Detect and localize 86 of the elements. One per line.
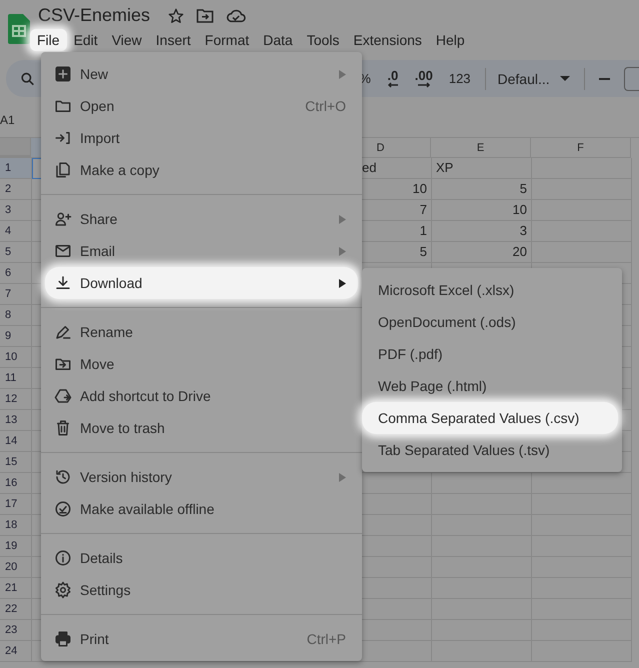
row-header[interactable]: 10 xyxy=(0,347,32,368)
menu-item[interactable]: Move to trash xyxy=(41,412,362,444)
row-header[interactable]: 24 xyxy=(0,641,32,662)
menu-bar-item[interactable]: Edit xyxy=(66,28,105,51)
download-icon xyxy=(54,274,72,292)
history-icon xyxy=(54,468,72,486)
folder-arrow-icon[interactable] xyxy=(196,8,214,24)
trash-icon xyxy=(54,419,72,437)
document-title[interactable]: CSV-Enemies xyxy=(38,5,150,26)
font-dropdown[interactable]: Defaul... xyxy=(492,70,578,86)
import-icon xyxy=(54,129,72,147)
table-cell: 10 xyxy=(432,200,532,221)
decrease-decimal-button[interactable]: .0 xyxy=(378,70,407,88)
caret-icon xyxy=(560,76,570,82)
menu-bar-item[interactable]: Extensions xyxy=(346,28,429,51)
settings-icon xyxy=(54,581,72,599)
row-header[interactable]: 8 xyxy=(0,305,32,326)
menu-bar-item[interactable]: Data xyxy=(256,28,300,51)
menu-item[interactable]: PDF (.pdf) xyxy=(362,338,622,370)
row-header[interactable]: 2 xyxy=(0,179,32,200)
table-cell: 20 xyxy=(432,242,532,263)
row-header[interactable]: 18 xyxy=(0,515,32,536)
info-icon xyxy=(54,549,72,567)
printer-icon xyxy=(54,630,72,648)
row-header[interactable]: 20 xyxy=(0,557,32,578)
sheets-logo[interactable] xyxy=(8,14,30,44)
row-header[interactable]: 9 xyxy=(0,326,32,347)
row-header[interactable]: 7 xyxy=(0,284,32,305)
menu-item[interactable]: Microsoft Excel (.xlsx) xyxy=(362,274,622,306)
menu-item[interactable]: Open Ctrl+O xyxy=(41,90,362,122)
search-icon[interactable] xyxy=(20,70,36,86)
menu-item[interactable]: Comma Separated Values (.csv) xyxy=(362,402,618,434)
row-header[interactable]: 12 xyxy=(0,389,32,410)
menu-item[interactable]: Print Ctrl+P xyxy=(41,623,362,655)
star-icon[interactable] xyxy=(168,8,184,24)
row-header[interactable]: 6 xyxy=(0,263,32,284)
row-header[interactable]: 4 xyxy=(0,221,32,242)
toolbar-button[interactable]: 123 xyxy=(440,71,479,86)
row-header[interactable]: 17 xyxy=(0,494,32,515)
row-header[interactable]: 13 xyxy=(0,410,32,431)
cloud-check-icon[interactable] xyxy=(226,8,246,24)
row-header[interactable]: 22 xyxy=(0,599,32,620)
menu-item[interactable]: Version history xyxy=(41,461,362,493)
mail-icon xyxy=(54,242,72,260)
pencil-icon xyxy=(54,323,72,341)
row-header[interactable]: 1 xyxy=(0,158,32,179)
menu-bar-item[interactable]: Help xyxy=(428,28,472,51)
menu-item[interactable]: Move xyxy=(41,348,362,380)
menu-item[interactable]: New xyxy=(41,58,362,90)
row-header[interactable]: 15 xyxy=(0,452,32,473)
menu-item[interactable]: Tab Separated Values (.tsv) xyxy=(362,434,622,466)
menu-item[interactable]: Make available offline xyxy=(41,493,362,525)
column-header[interactable]: F xyxy=(531,138,631,158)
row-header[interactable]: 23 xyxy=(0,620,32,641)
plus-square-icon xyxy=(54,65,72,83)
table-cell: 5 xyxy=(432,179,532,200)
row-header[interactable]: 16 xyxy=(0,473,32,494)
offline-check-icon xyxy=(54,500,72,518)
font-size-field[interactable] xyxy=(624,66,639,90)
menu-bar-item[interactable]: Insert xyxy=(148,28,198,51)
column-header[interactable]: E xyxy=(431,138,531,158)
row-header[interactable]: 11 xyxy=(0,368,32,389)
arrow-left-icon xyxy=(386,82,399,88)
row-header[interactable]: 21 xyxy=(0,578,32,599)
menu-item[interactable]: Web Page (.html) xyxy=(362,370,622,402)
menu-item[interactable]: OpenDocument (.ods) xyxy=(362,306,622,338)
menu-bar-item[interactable]: Format xyxy=(198,28,256,51)
menu-item[interactable]: Add shortcut to Drive xyxy=(41,380,362,412)
drive-shortcut-icon xyxy=(54,387,72,405)
menu-item[interactable]: Settings xyxy=(41,574,362,606)
menu-bar-item[interactable]: View xyxy=(104,28,149,51)
increase-decimal-button[interactable]: .00 xyxy=(406,70,441,88)
menu-bar-item[interactable]: Tools xyxy=(300,28,346,51)
row-header[interactable]: 19 xyxy=(0,536,32,557)
row-header[interactable]: 14 xyxy=(0,431,32,452)
row-header[interactable]: 5 xyxy=(0,242,32,263)
copy-icon xyxy=(54,161,72,179)
table-cell: 3 xyxy=(432,221,532,242)
add-person-icon xyxy=(54,210,72,228)
arrow-right-icon xyxy=(416,82,431,88)
table-cell: XP xyxy=(432,158,532,179)
menu-bar-item[interactable]: File xyxy=(30,28,67,51)
menu-item[interactable]: Details xyxy=(41,542,362,574)
row-header[interactable]: 3 xyxy=(0,200,32,221)
menu-item[interactable]: Rename xyxy=(41,316,362,348)
menu-item[interactable]: Download xyxy=(45,267,358,299)
